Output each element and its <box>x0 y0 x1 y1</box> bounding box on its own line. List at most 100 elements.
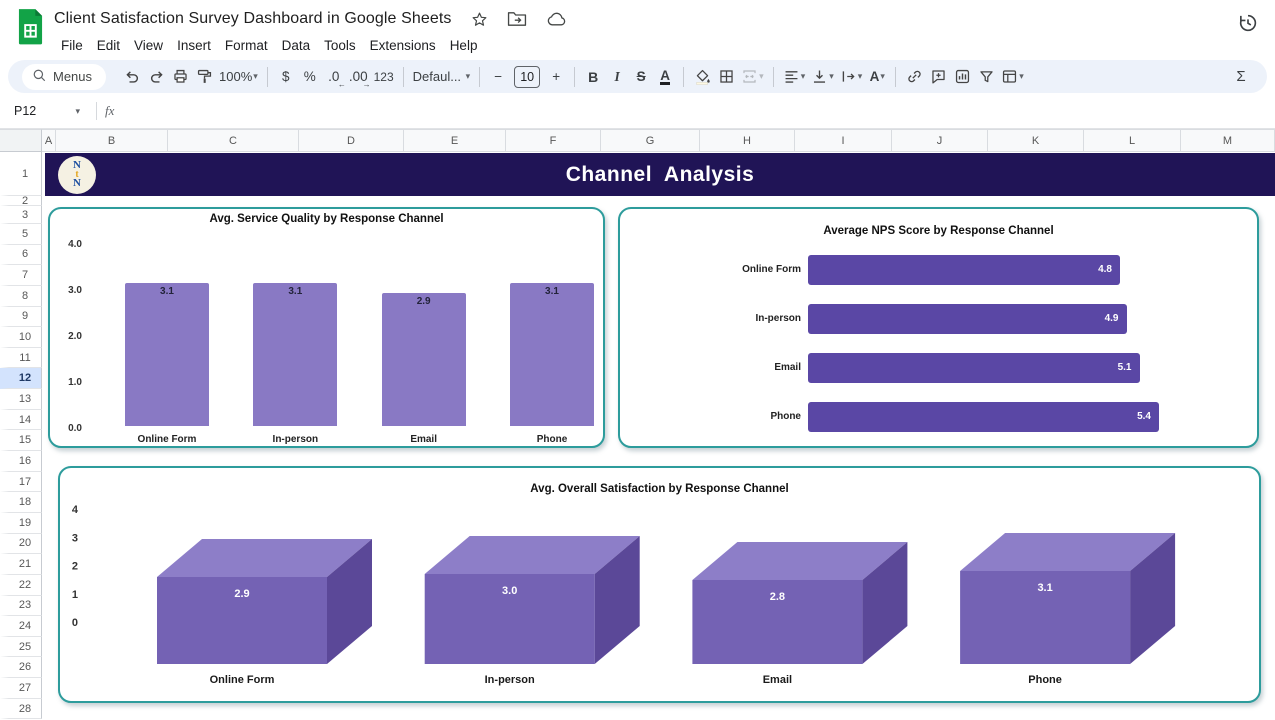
row-header-20[interactable]: 20 <box>0 534 42 555</box>
row-header-12[interactable]: 12 <box>0 368 42 389</box>
redo-button[interactable] <box>144 64 168 90</box>
insert-chart-button[interactable] <box>950 64 974 90</box>
menu-help[interactable]: Help <box>443 36 485 55</box>
row-header-19[interactable]: 19 <box>0 513 42 534</box>
chart-nps-score[interactable]: Average NPS Score by Response Channel On… <box>618 207 1259 448</box>
document-title[interactable]: Client Satisfaction Survey Dashboard in … <box>54 10 452 28</box>
formula-input[interactable] <box>114 94 1275 128</box>
x-axis-label: In-person <box>231 434 359 445</box>
column-header-M[interactable]: M <box>1181 129 1275 152</box>
menu-data[interactable]: Data <box>275 36 318 55</box>
create-filter-button[interactable] <box>974 64 998 90</box>
row-header-14[interactable]: 14 <box>0 410 42 431</box>
format-percent-button[interactable]: % <box>298 64 322 90</box>
divider <box>96 102 97 120</box>
menu-insert[interactable]: Insert <box>170 36 218 55</box>
move-folder-icon[interactable] <box>507 11 527 27</box>
font-family-select[interactable]: Defaul... ▾ <box>410 64 474 90</box>
column-header-G[interactable]: G <box>601 129 700 152</box>
row-header-27[interactable]: 27 <box>0 678 42 699</box>
row-header-7[interactable]: 7 <box>0 265 42 286</box>
column-header-D[interactable]: D <box>299 129 404 152</box>
row-header-25[interactable]: 25 <box>0 637 42 658</box>
cell-reference: P12 <box>14 104 36 118</box>
borders-button[interactable] <box>714 64 738 90</box>
row-header-1[interactable]: 1 <box>0 152 42 196</box>
column-header-C[interactable]: C <box>168 129 299 152</box>
row-header-6[interactable]: 6 <box>0 245 42 266</box>
menu-view[interactable]: View <box>127 36 170 55</box>
row-header-26[interactable]: 26 <box>0 657 42 678</box>
row-header-10[interactable]: 10 <box>0 327 42 348</box>
text-color-button[interactable]: A <box>653 64 677 90</box>
increase-decimal-button[interactable]: .00 → <box>346 64 371 90</box>
row-header-22[interactable]: 22 <box>0 575 42 596</box>
insert-link-button[interactable] <box>902 64 926 90</box>
table-views-button[interactable]: ▾ <box>998 64 1027 90</box>
column-headers: ABCDEFGHIJKLM <box>42 129 1275 152</box>
column-header-K[interactable]: K <box>988 129 1084 152</box>
decrease-decimal-button[interactable]: .0 ← <box>322 64 346 90</box>
menu-file[interactable]: File <box>54 36 90 55</box>
name-box[interactable]: P12 ▾ <box>0 104 88 118</box>
format-currency-button[interactable]: $ <box>274 64 298 90</box>
horizontal-align-button[interactable]: ▾ <box>780 64 809 90</box>
column-header-H[interactable]: H <box>700 129 795 152</box>
text-rotation-button[interactable]: A ▾ <box>865 64 889 90</box>
menu-extensions[interactable]: Extensions <box>363 36 443 55</box>
insert-comment-button[interactable] <box>926 64 950 90</box>
bar-value-label: 5.4 <box>1137 402 1151 432</box>
sheets-app-icon[interactable] <box>17 8 44 50</box>
version-history-icon[interactable] <box>1237 12 1259 39</box>
bold-button[interactable]: B <box>581 64 605 90</box>
column-header-A[interactable]: A <box>42 129 56 152</box>
row-header-24[interactable]: 24 <box>0 616 42 637</box>
row-header-2[interactable]: 2 <box>0 196 42 206</box>
functions-button[interactable]: Σ <box>1229 64 1253 90</box>
search-menus-button[interactable]: Menus <box>22 64 106 90</box>
column-header-B[interactable]: B <box>56 129 168 152</box>
row-header-16[interactable]: 16 <box>0 451 42 472</box>
menu-edit[interactable]: Edit <box>90 36 127 55</box>
fill-color-button[interactable] <box>690 64 714 90</box>
italic-button[interactable]: I <box>605 64 629 90</box>
row-header-28[interactable]: 28 <box>0 699 42 720</box>
column-header-I[interactable]: I <box>795 129 892 152</box>
row-header-3[interactable]: 3 <box>0 206 42 224</box>
chart-service-quality[interactable]: Avg. Service Quality by Response Channel… <box>48 207 605 448</box>
row-header-23[interactable]: 23 <box>0 596 42 617</box>
font-size-input[interactable]: 10 <box>514 66 540 88</box>
undo-button[interactable] <box>120 64 144 90</box>
row-header-9[interactable]: 9 <box>0 307 42 328</box>
row-header-18[interactable]: 18 <box>0 492 42 513</box>
column-header-L[interactable]: L <box>1084 129 1181 152</box>
more-formats-button[interactable]: 123 <box>371 64 397 90</box>
merge-cells-button[interactable]: ▾ <box>738 64 767 90</box>
increase-font-size-button[interactable]: + <box>544 64 568 90</box>
chart-service-quality-plot: 4.03.02.01.00.03.1Online Form3.1In-perso… <box>50 209 603 446</box>
menu-format[interactable]: Format <box>218 36 275 55</box>
menu-tools[interactable]: Tools <box>317 36 363 55</box>
row-header-13[interactable]: 13 <box>0 389 42 410</box>
zoom-select[interactable]: 100% ▾ <box>216 64 261 90</box>
row-header-5[interactable]: 5 <box>0 224 42 245</box>
column-header-F[interactable]: F <box>506 129 601 152</box>
column-header-J[interactable]: J <box>892 129 988 152</box>
decrease-font-size-button[interactable]: − <box>486 64 510 90</box>
column-header-E[interactable]: E <box>404 129 506 152</box>
paint-format-button[interactable] <box>192 64 216 90</box>
row-header-11[interactable]: 11 <box>0 348 42 369</box>
print-button[interactable] <box>168 64 192 90</box>
row-header-21[interactable]: 21 <box>0 554 42 575</box>
vertical-align-button[interactable]: ▾ <box>808 64 837 90</box>
cloud-status-icon[interactable] <box>546 11 568 27</box>
row-header-15[interactable]: 15 <box>0 430 42 451</box>
row-header-8[interactable]: 8 <box>0 286 42 307</box>
spreadsheet-canvas[interactable]: N t N Channel Analysis Avg. Service Qual… <box>42 152 1275 720</box>
star-icon[interactable] <box>471 11 488 28</box>
select-all-corner[interactable] <box>0 129 42 152</box>
text-wrapping-button[interactable]: ▾ <box>837 64 866 90</box>
strikethrough-button[interactable]: S <box>629 64 653 90</box>
chart-overall-satisfaction[interactable]: Avg. Overall Satisfaction by Response Ch… <box>58 466 1261 703</box>
row-header-17[interactable]: 17 <box>0 472 42 493</box>
